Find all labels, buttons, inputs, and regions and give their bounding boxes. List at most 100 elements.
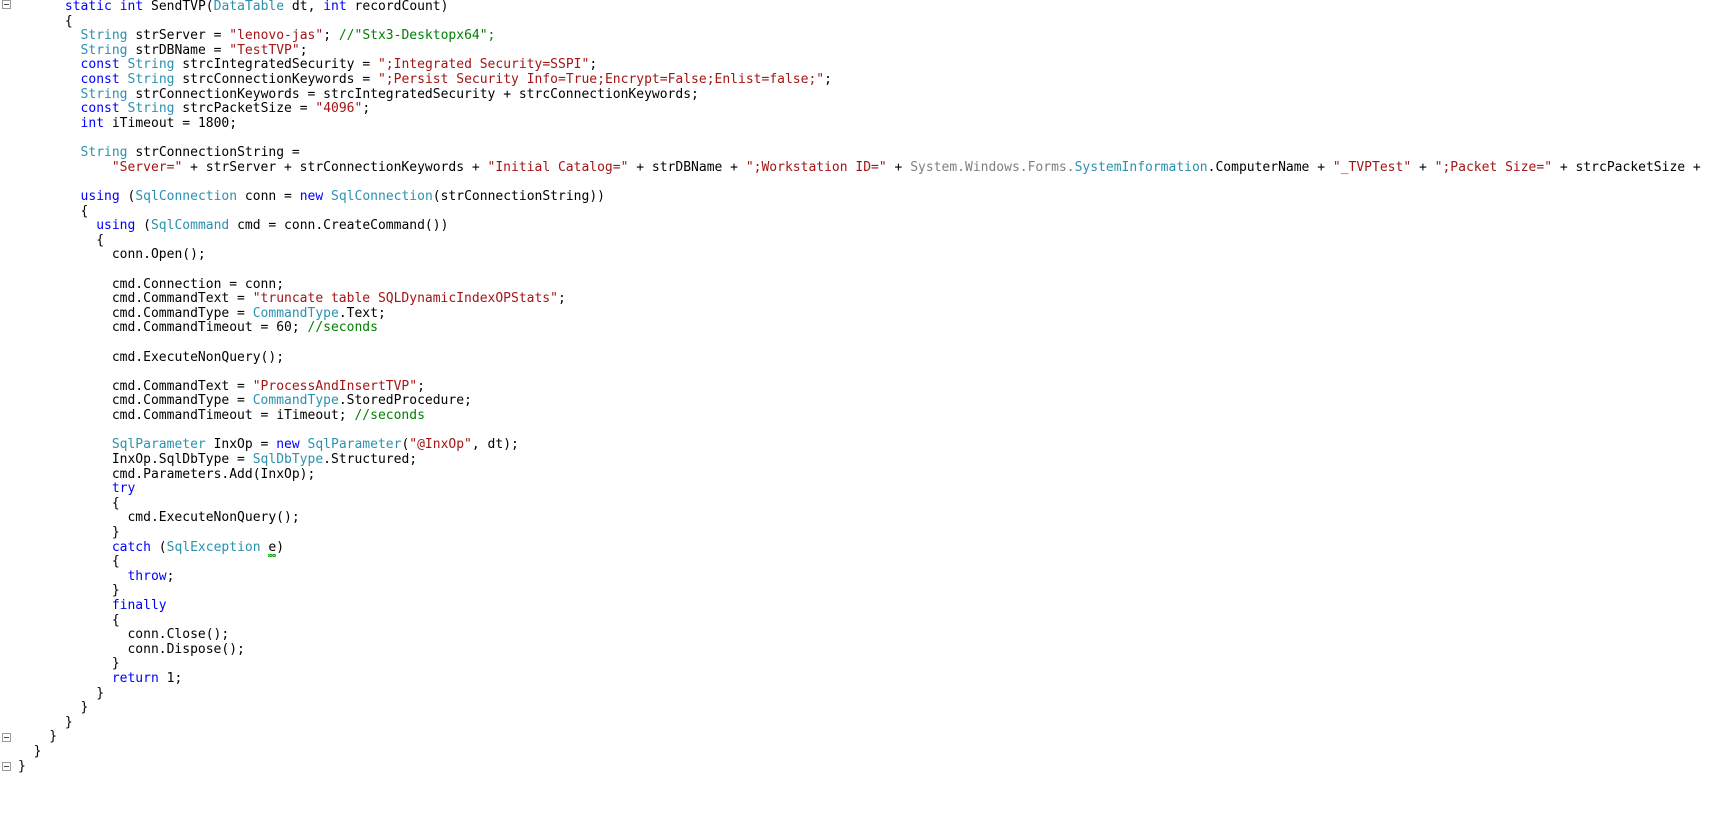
code-token: + strDBName + [628,160,745,175]
code-line: SqlParameter InxOp = new SqlParameter("@… [0,438,1709,453]
code-line: cmd.CommandText = "ProcessAndInsertTVP"; [0,380,1709,395]
code-line: const String strcIntegratedSecurity = ";… [0,58,1709,73]
code-token: + [1411,160,1434,175]
code-token: ; [824,72,832,87]
code-token: return [112,671,159,686]
code-token: "truncate table SQLDynamicIndexOPStats" [253,291,558,306]
code-token: + strcPacketSize + [1552,160,1709,175]
code-line [0,175,1709,190]
code-token: strcConnectionKeywords = [174,72,378,87]
code-token: ( [151,540,167,555]
code-token: new [276,437,299,452]
code-token: InxOp.SqlDbType = [112,452,253,467]
code-token: } [112,583,120,598]
code-line: conn.Open(); [0,248,1709,263]
code-line: } [0,687,1709,702]
code-token: SqlDbType [253,452,323,467]
code-line: { [0,234,1709,249]
code-token: String [81,28,128,43]
code-token: ";Integrated Security=SSPI" [378,57,589,72]
warning-squiggle: e [268,541,276,556]
code-token: strConnectionKeywords = strcIntegratedSe… [128,87,699,102]
code-token: .StoredProcedure; [339,393,472,408]
code-token: "Initial Catalog=" [488,160,629,175]
code-line: finally [0,599,1709,614]
code-token: ; [417,379,425,394]
code-token: ; [558,291,566,306]
code-token: SqlCommand [151,218,229,233]
code-token: catch [112,540,151,555]
code-token: cmd.CommandType = [112,393,253,408]
code-token [120,57,128,72]
code-line: throw; [0,570,1709,585]
code-token: ; [589,57,597,72]
code-token [261,540,269,555]
code-token: (strConnectionString)) [433,189,605,204]
code-line: } [0,745,1709,760]
code-line: { [0,15,1709,30]
code-line: { [0,205,1709,220]
code-token [300,437,308,452]
code-token: String [81,145,128,160]
code-line [0,336,1709,351]
code-token: cmd.CommandText = [112,379,253,394]
code-token: { [81,204,89,219]
code-token: try [112,481,135,496]
code-token: int [323,0,346,14]
code-token: iTimeout = 1800; [104,116,237,131]
code-token: cmd.CommandType = [112,306,253,321]
code-token: conn = [237,189,300,204]
code-line: } [0,526,1709,541]
code-line: String strConnectionString = [0,146,1709,161]
code-token: { [96,233,104,248]
code-line: } [0,716,1709,731]
code-token: new [300,189,323,204]
code-token: } [112,525,120,540]
code-token: conn.Dispose(); [127,642,244,657]
code-token: throw [127,569,166,584]
code-token: 1; [159,671,182,686]
code-token [112,0,120,14]
code-line: cmd.CommandType = CommandType.Text; [0,307,1709,322]
code-token: "Server=" [112,160,182,175]
code-line: String strServer = "lenovo-jas"; //"Stx3… [0,29,1709,44]
code-token: ) [276,540,284,555]
code-token: SendTVP( [143,0,213,14]
code-token: { [112,496,120,511]
code-line: conn.Close(); [0,628,1709,643]
code-text-area[interactable]: static int SendTVP(DataTable dt, int rec… [0,0,1709,774]
code-token: CommandType [253,393,339,408]
code-line [0,263,1709,278]
code-line: } [0,657,1709,672]
code-token: } [112,656,120,671]
code-token: { [112,613,120,628]
code-token: .Structured; [323,452,417,467]
code-token: conn.Open(); [112,247,206,262]
code-line [0,424,1709,439]
code-line: InxOp.SqlDbType = SqlDbType.Structured; [0,453,1709,468]
code-line: cmd.CommandText = "truncate table SQLDyn… [0,292,1709,307]
code-token: SqlConnection [135,189,237,204]
code-token: , dt); [472,437,519,452]
code-line: catch (SqlException e) [0,541,1709,556]
code-token: "_TVPTest" [1333,160,1411,175]
code-token: } [18,759,26,774]
code-token: "lenovo-jas" [229,28,323,43]
code-token: cmd.Parameters.Add(InxOp); [112,467,316,482]
code-line: try [0,482,1709,497]
code-token: } [81,700,89,715]
code-token: cmd.ExecuteNonQuery(); [127,510,299,525]
code-token: //"Stx3-Desktopx64"; [339,28,496,43]
code-token: + [887,160,910,175]
code-editor[interactable]: static int SendTVP(DataTable dt, int rec… [0,0,1709,835]
code-token: static [65,0,112,14]
code-line: using (SqlConnection conn = new SqlConne… [0,190,1709,205]
code-token: ; [362,101,370,116]
code-token: "TestTVP" [229,43,299,58]
code-token: const [81,72,120,87]
code-line: int iTimeout = 1800; [0,117,1709,132]
code-line: cmd.CommandTimeout = iTimeout; //seconds [0,409,1709,424]
code-token: strDBName = [128,43,230,58]
code-token: strcPacketSize = [174,101,315,116]
code-token: ";Persist Security Info=True;Encrypt=Fal… [378,72,824,87]
